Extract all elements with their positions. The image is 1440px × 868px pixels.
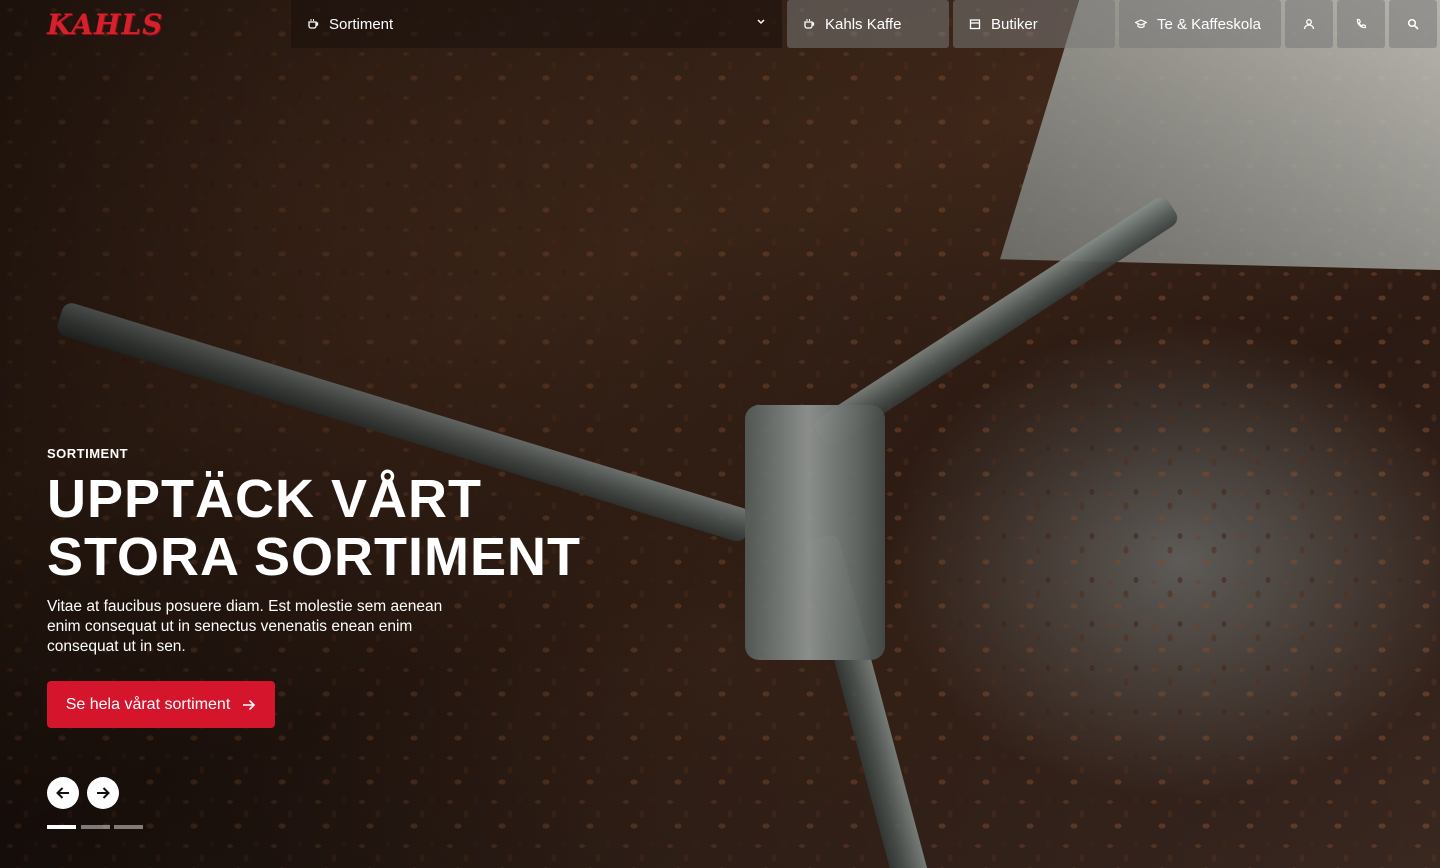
carousel-prev-button[interactable] (47, 777, 79, 809)
nav-sortiment[interactable]: Sortiment (291, 0, 782, 48)
hero-title: UPPTÄCK VÅRT STORA SORTIMENT (47, 470, 581, 586)
hero-title-line1: UPPTÄCK VÅRT (47, 469, 483, 529)
nav-te-kaffeskola[interactable]: Te & Kaffeskola (1119, 0, 1281, 48)
arrow-right-icon (243, 699, 256, 710)
see-assortment-button[interactable]: Se hela vårat sortiment (47, 681, 275, 728)
nav-sortiment-label: Sortiment (329, 15, 394, 33)
arrow-left-icon (56, 787, 69, 799)
hero-background (0, 0, 1440, 868)
kahls-logo[interactable]: KAHLS (47, 8, 163, 41)
account-button[interactable] (1285, 0, 1333, 48)
nav-butiker[interactable]: Butiker (953, 0, 1115, 48)
phone-button[interactable] (1337, 0, 1385, 48)
nav-kahls-kaffe-label: Kahls Kaffe (825, 15, 902, 33)
carousel-next-button[interactable] (87, 777, 119, 809)
graduation-cap-icon (1135, 19, 1147, 28)
nav-te-kaffeskola-label: Te & Kaffeskola (1157, 15, 1261, 33)
hero-title-line2: STORA SORTIMENT (47, 527, 582, 587)
hero-description: Vitae at faucibus posuere diam. Est mole… (47, 598, 443, 655)
carousel-indicator-2[interactable] (81, 825, 110, 829)
cup-icon (308, 19, 319, 29)
cup-icon (804, 19, 815, 29)
phone-icon (1356, 18, 1367, 29)
search-icon (1407, 18, 1419, 30)
nav-kahls-kaffe[interactable]: Kahls Kaffe (787, 0, 949, 48)
carousel-indicator-1[interactable] (47, 825, 76, 829)
search-button[interactable] (1389, 0, 1437, 48)
hero-overlay (0, 0, 1440, 868)
see-assortment-label: Se hela vårat sortiment (65, 695, 231, 713)
chevron-down-icon (757, 19, 765, 25)
user-icon (1303, 19, 1315, 30)
arrow-right-icon (97, 787, 110, 799)
store-icon (969, 19, 981, 30)
nav-butiker-label: Butiker (991, 15, 1038, 33)
hero-eyebrow: SORTIMENT (47, 446, 129, 461)
carousel-indicator-3[interactable] (114, 825, 143, 829)
